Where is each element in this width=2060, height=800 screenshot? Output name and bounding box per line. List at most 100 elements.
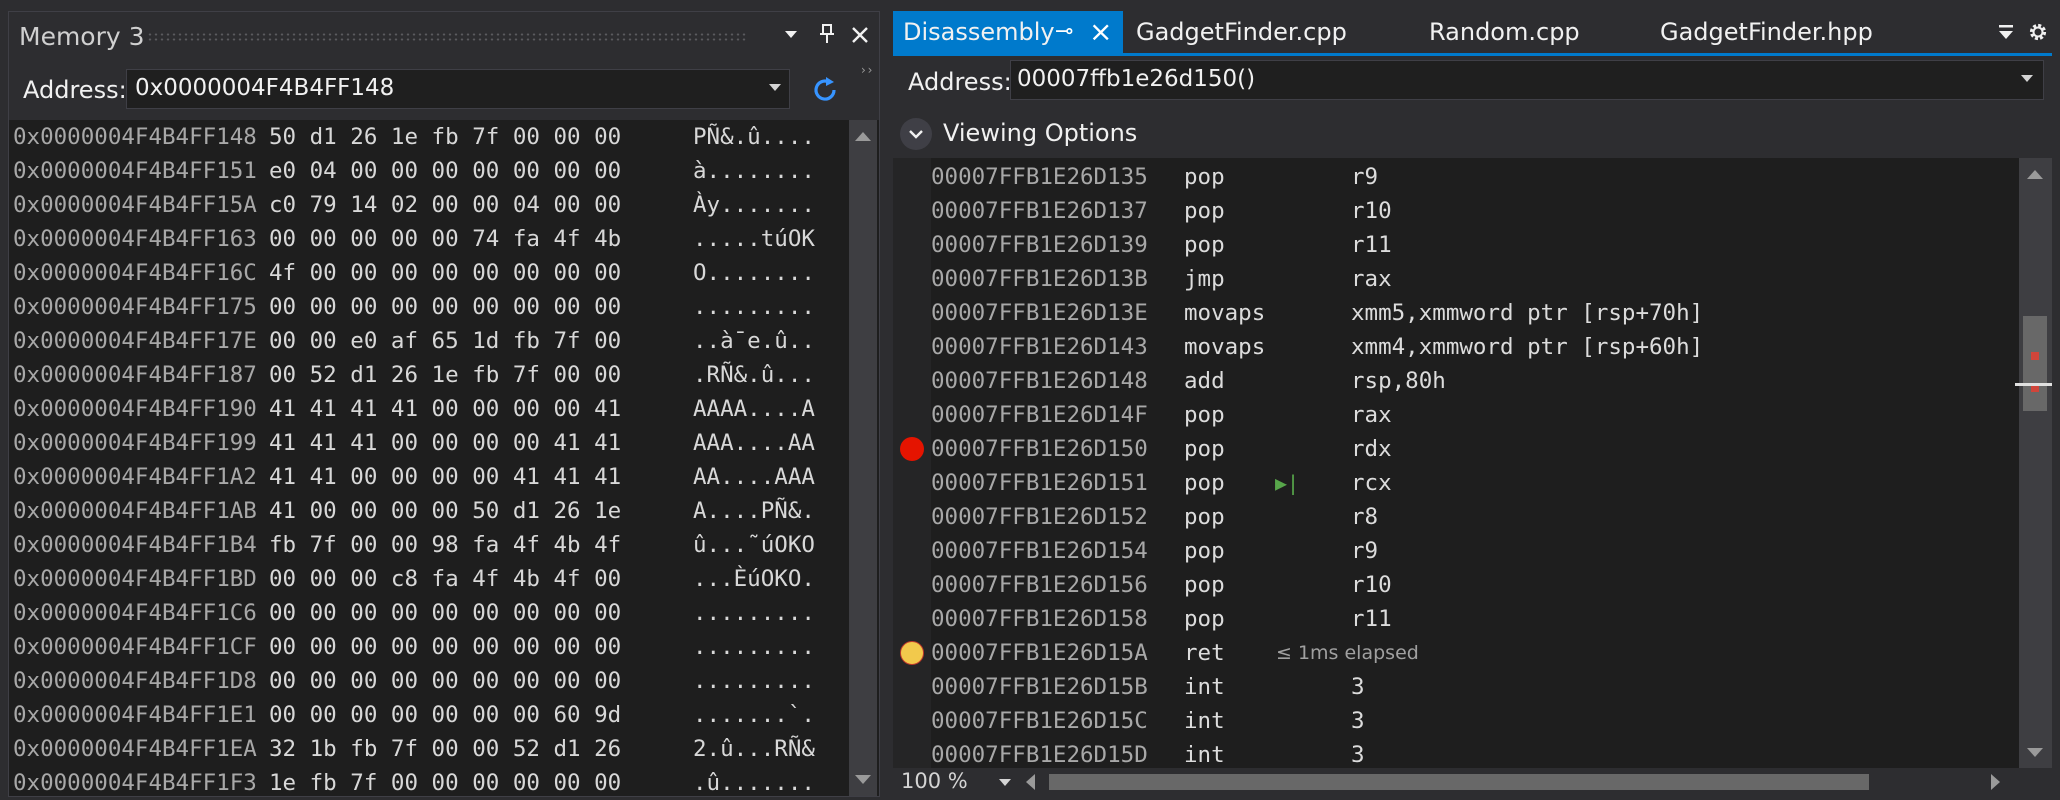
breakpoint-gutter[interactable] [893,158,931,768]
memory-row-hex[interactable]: 00 00 00 00 00 00 00 00 00 [269,664,621,698]
scroll-up-icon[interactable] [2027,170,2043,179]
scroll-down-icon[interactable] [2027,748,2043,757]
memory-row-text[interactable]: .û....... [693,766,815,796]
memory-row-text[interactable]: .....túOK [693,222,815,256]
memory-row-text[interactable]: O........ [693,256,815,290]
disassembly-row[interactable]: 00007FFB1E26D15C int 3 [931,704,2011,738]
memory-row-hex[interactable]: 32 1b fb 7f 00 00 52 d1 26 [269,732,621,766]
memory-row-hex[interactable]: 50 d1 26 1e fb 7f 00 00 00 [269,120,621,154]
memory-row[interactable]: 0x0000004F4B4FF1EA 32 1b fb 7f 00 00 52 d… [13,732,843,766]
memory-row-hex[interactable]: 4f 00 00 00 00 00 00 00 00 [269,256,621,290]
memory-row-text[interactable]: à........ [693,154,815,188]
memory-row-text[interactable]: û...˜úOKO [693,528,815,562]
disassembly-row[interactable]: 00007FFB1E26D15D int 3 [931,738,2011,772]
disassembly-row[interactable]: 00007FFB1E26D150 pop rdx [931,432,2011,466]
memory-row-text[interactable]: ......... [693,630,815,664]
run-to-cursor-icon[interactable]: ▶| [1275,466,1299,500]
disassembly-row[interactable]: 00007FFB1E26D13E movaps xmm5,xmmword ptr [… [931,296,2011,330]
memory-row-text[interactable]: 2.û...RÑ& [693,732,815,766]
memory-row-text[interactable]: ..à¯e.û.. [693,324,815,358]
memory-row-text[interactable]: ...ÈúOKO. [693,562,815,596]
disassembly-row[interactable]: 00007FFB1E26D156 pop r10 [931,568,2011,602]
current-statement-icon[interactable] [900,641,924,665]
memory-row[interactable]: 0x0000004F4B4FF1AB 41 00 00 00 00 50 d1 2… [13,494,843,528]
dropdown-arrow-icon[interactable] [769,84,781,91]
refresh-icon[interactable] [809,74,841,106]
memory-row[interactable]: 0x0000004F4B4FF148 50 d1 26 1e fb 7f 00 0… [13,120,843,154]
disassembly-row[interactable]: 00007FFB1E26D15A ret ≤ 1ms elapsed [931,636,2011,670]
memory-row-text[interactable]: AAA....AA [693,426,815,460]
memory-row-hex[interactable]: 41 41 41 41 00 00 00 00 41 [269,392,621,426]
pin-button[interactable] [812,20,842,54]
overflow-chevron-icon[interactable]: › › [861,63,872,77]
memory-row-text[interactable]: Ày....... [693,188,815,222]
disassembly-code-view[interactable]: 00007FFB1E26D135 pop r9 00007FFB1E26D137 pop… [893,158,2019,768]
memory-row-text[interactable]: ......... [693,596,815,630]
memory-row[interactable]: 0x0000004F4B4FF175 00 00 00 00 00 00 00 0… [13,290,843,324]
memory-row[interactable]: 0x0000004F4B4FF151 e0 04 00 00 00 00 00 0… [13,154,843,188]
tab-disassembly[interactable]: Disassembly ⊸ × [893,11,1123,53]
disassembly-row[interactable]: 00007FFB1E26D143 movaps xmm4,xmmword ptr [… [931,330,2011,364]
memory-row-hex[interactable]: 00 00 00 00 00 00 00 00 00 [269,630,621,664]
horizontal-scroll-thumb[interactable] [1049,774,1869,790]
memory-row-hex[interactable]: 00 00 00 00 00 00 00 60 9d [269,698,621,732]
disassembly-row[interactable]: 00007FFB1E26D152 pop r8 [931,500,2011,534]
dropdown-arrow-icon[interactable] [2021,75,2033,82]
disassembly-row[interactable]: 00007FFB1E26D135 pop r9 [931,160,2011,194]
memory-vertical-scrollbar[interactable] [849,120,877,796]
memory-row[interactable]: 0x0000004F4B4FF1B4 fb 7f 00 00 98 fa 4f 4… [13,528,843,562]
memory-row-hex[interactable]: 00 52 d1 26 1e fb 7f 00 00 [269,358,621,392]
pin-icon[interactable]: ⊸ [1055,11,1073,53]
disassembly-row[interactable]: 00007FFB1E26D139 pop r11 [931,228,2011,262]
disassembly-row[interactable]: 00007FFB1E26D151 pop rcx [931,466,2011,500]
memory-row-hex[interactable]: 00 00 00 00 00 00 00 00 00 [269,596,621,630]
memory-row-hex[interactable]: fb 7f 00 00 98 fa 4f 4b 4f [269,528,621,562]
memory-row-text[interactable]: ......... [693,664,815,698]
vertical-scroll-thumb[interactable] [2023,316,2047,411]
tab-overflow-icon[interactable] [1995,21,2017,43]
memory-row[interactable]: 0x0000004F4B4FF1C6 00 00 00 00 00 00 00 0… [13,596,843,630]
tab-gadgetfinder-hpp[interactable]: GadgetFinder.hpp [1660,11,1873,53]
disassembly-row[interactable]: 00007FFB1E26D15B int 3 [931,670,2011,704]
memory-row-text[interactable]: AA....AAA [693,460,815,494]
memory-row[interactable]: 0x0000004F4B4FF1A2 41 41 00 00 00 00 41 4… [13,460,843,494]
memory-row[interactable]: 0x0000004F4B4FF17E 00 00 e0 af 65 1d fb 7… [13,324,843,358]
viewing-options-label[interactable]: Viewing Options [943,119,1137,147]
tab-gadgetfinder-cpp[interactable]: GadgetFinder.cpp [1136,11,1347,53]
memory-row[interactable]: 0x0000004F4B4FF15A c0 79 14 02 00 00 04 0… [13,188,843,222]
memory-row[interactable]: 0x0000004F4B4FF1F3 1e fb 7f 00 00 00 00 0… [13,766,843,796]
memory-row-hex[interactable]: 41 41 41 00 00 00 00 41 41 [269,426,621,460]
memory-address-input[interactable]: 0x0000004F4B4FF148 [126,69,790,109]
memory-row[interactable]: 0x0000004F4B4FF1D8 00 00 00 00 00 00 00 0… [13,664,843,698]
disassembly-row[interactable]: 00007FFB1E26D14F pop rax [931,398,2011,432]
memory-row-hex[interactable]: 00 00 00 c8 fa 4f 4b 4f 00 [269,562,621,596]
disassembly-address-input[interactable]: 00007ffb1e26d150() [1010,60,2044,100]
disassembly-vertical-scrollbar[interactable] [2019,158,2052,768]
memory-row[interactable]: 0x0000004F4B4FF187 00 52 d1 26 1e fb 7f 0… [13,358,843,392]
memory-row[interactable]: 0x0000004F4B4FF1BD 00 00 00 c8 fa 4f 4b 4… [13,562,843,596]
zoom-dropdown-icon[interactable] [999,779,1011,786]
disassembly-row[interactable]: 00007FFB1E26D137 pop r10 [931,194,2011,228]
memory-row-text[interactable]: A....PÑ&. [693,494,815,528]
zoom-level[interactable]: 100 % [901,769,968,793]
gear-icon[interactable] [2026,20,2050,44]
memory-row[interactable]: 0x0000004F4B4FF190 41 41 41 41 00 00 00 0… [13,392,843,426]
disassembly-row[interactable]: 00007FFB1E26D154 pop r9 [931,534,2011,568]
memory-row-hex[interactable]: e0 04 00 00 00 00 00 00 00 [269,154,621,188]
disassembly-row[interactable]: 00007FFB1E26D148 add rsp,80h [931,364,2011,398]
memory-row-hex[interactable]: 00 00 00 00 00 00 00 00 00 [269,290,621,324]
memory-row-text[interactable]: .......`. [693,698,815,732]
memory-row[interactable]: 0x0000004F4B4FF1E1 00 00 00 00 00 00 00 6… [13,698,843,732]
memory-row[interactable]: 0x0000004F4B4FF16C 4f 00 00 00 00 00 00 0… [13,256,843,290]
drag-grip[interactable] [147,32,747,42]
viewing-options-toggle[interactable] [900,118,932,150]
memory-row-hex[interactable]: 00 00 e0 af 65 1d fb 7f 00 [269,324,621,358]
window-menu-button[interactable] [776,20,806,54]
disassembly-row[interactable]: 00007FFB1E26D158 pop r11 [931,602,2011,636]
memory-row-hex[interactable]: 41 41 00 00 00 00 41 41 41 [269,460,621,494]
memory-row-hex[interactable]: c0 79 14 02 00 00 04 00 00 [269,188,621,222]
scroll-left-icon[interactable] [1026,774,1035,790]
scroll-up-icon[interactable] [855,132,871,141]
close-icon[interactable]: × [1089,11,1112,53]
memory-row-hex[interactable]: 1e fb 7f 00 00 00 00 00 00 [269,766,621,796]
